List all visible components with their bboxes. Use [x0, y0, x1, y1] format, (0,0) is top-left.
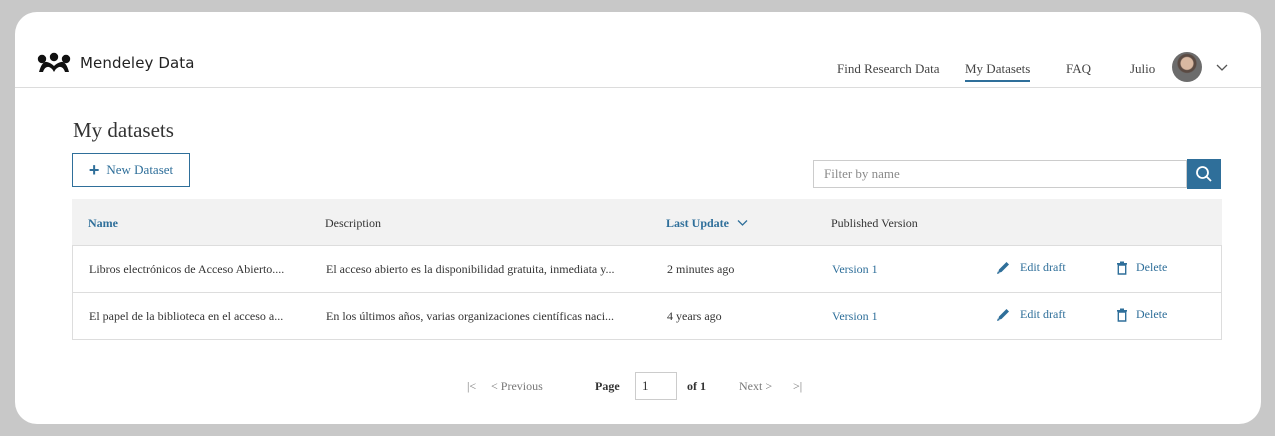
filter-input[interactable]: [813, 160, 1187, 188]
chevron-down-icon: [737, 220, 748, 226]
user-name[interactable]: Julio: [1130, 61, 1155, 77]
delete-label: Delete: [1136, 307, 1168, 321]
datasets-table: Name Description Last Update Published V…: [72, 199, 1222, 340]
last-update: 4 years ago: [667, 309, 722, 323]
top-header: Mendeley Data Find Research Data My Data…: [15, 12, 1261, 88]
plus-icon: +: [88, 160, 100, 180]
trash-icon: [1117, 308, 1127, 322]
nav-my-datasets[interactable]: My Datasets: [965, 61, 1031, 82]
pencil-icon: [997, 308, 1009, 321]
table-row[interactable]: Libros electrónicos de Acceso Abierto...…: [72, 246, 1222, 293]
version-link[interactable]: Version 1: [832, 262, 878, 277]
edit-draft-label: Edit draft: [1020, 260, 1066, 274]
page-label: Page: [595, 379, 620, 393]
edit-draft-button[interactable]: Edit draft: [996, 260, 1066, 275]
new-dataset-label: New Dataset: [106, 162, 174, 177]
next-page-button[interactable]: Next >: [739, 379, 772, 394]
table-row[interactable]: El papel de la biblioteca en el acceso a…: [72, 293, 1222, 340]
previous-page-button[interactable]: < Previous: [491, 379, 543, 394]
delete-button[interactable]: Delete: [1116, 307, 1167, 322]
mendeley-logo[interactable]: Mendeley Data: [37, 52, 195, 74]
search-icon: [1196, 166, 1212, 182]
column-description: Description: [325, 216, 381, 230]
pagination: |< < Previous Page of 1 Next > >|: [15, 372, 1261, 400]
first-page-button[interactable]: |<: [467, 379, 476, 394]
last-page-button[interactable]: >|: [793, 379, 802, 394]
last-update: 2 minutes ago: [667, 262, 735, 276]
page-number-input[interactable]: [635, 372, 677, 400]
nav-find-research-data[interactable]: Find Research Data: [837, 61, 940, 77]
app-name: Mendeley Data: [80, 54, 195, 72]
page-title: My datasets: [73, 118, 174, 142]
edit-draft-button[interactable]: Edit draft: [996, 307, 1066, 322]
delete-button[interactable]: Delete: [1116, 260, 1167, 275]
avatar[interactable]: [1172, 52, 1202, 82]
version-link[interactable]: Version 1: [832, 309, 878, 324]
new-dataset-button[interactable]: + New Dataset: [72, 153, 190, 187]
dataset-name[interactable]: Libros electrónicos de Acceso Abierto...…: [89, 262, 284, 277]
column-published-version: Published Version: [831, 216, 918, 230]
edit-draft-label: Edit draft: [1020, 307, 1066, 321]
dataset-description: El acceso abierto es la disponibilidad g…: [326, 262, 615, 276]
mendeley-logo-icon: [37, 52, 71, 72]
page-total: of 1: [687, 379, 706, 393]
trash-icon: [1117, 261, 1127, 275]
column-last-update-label: Last Update: [666, 216, 730, 230]
table-header: Name Description Last Update Published V…: [72, 199, 1222, 246]
search-button[interactable]: [1187, 159, 1221, 189]
column-last-update[interactable]: Last Update: [666, 216, 748, 231]
nav-faq[interactable]: FAQ: [1066, 61, 1091, 77]
column-name[interactable]: Name: [88, 216, 118, 231]
chevron-down-icon[interactable]: [1216, 61, 1228, 73]
delete-label: Delete: [1136, 260, 1168, 274]
dataset-name[interactable]: El papel de la biblioteca en el acceso a…: [89, 309, 283, 324]
pencil-icon: [997, 261, 1009, 274]
dataset-description: En los últimos años, varias organizacion…: [326, 309, 615, 323]
app-window: Mendeley Data Find Research Data My Data…: [15, 12, 1261, 424]
